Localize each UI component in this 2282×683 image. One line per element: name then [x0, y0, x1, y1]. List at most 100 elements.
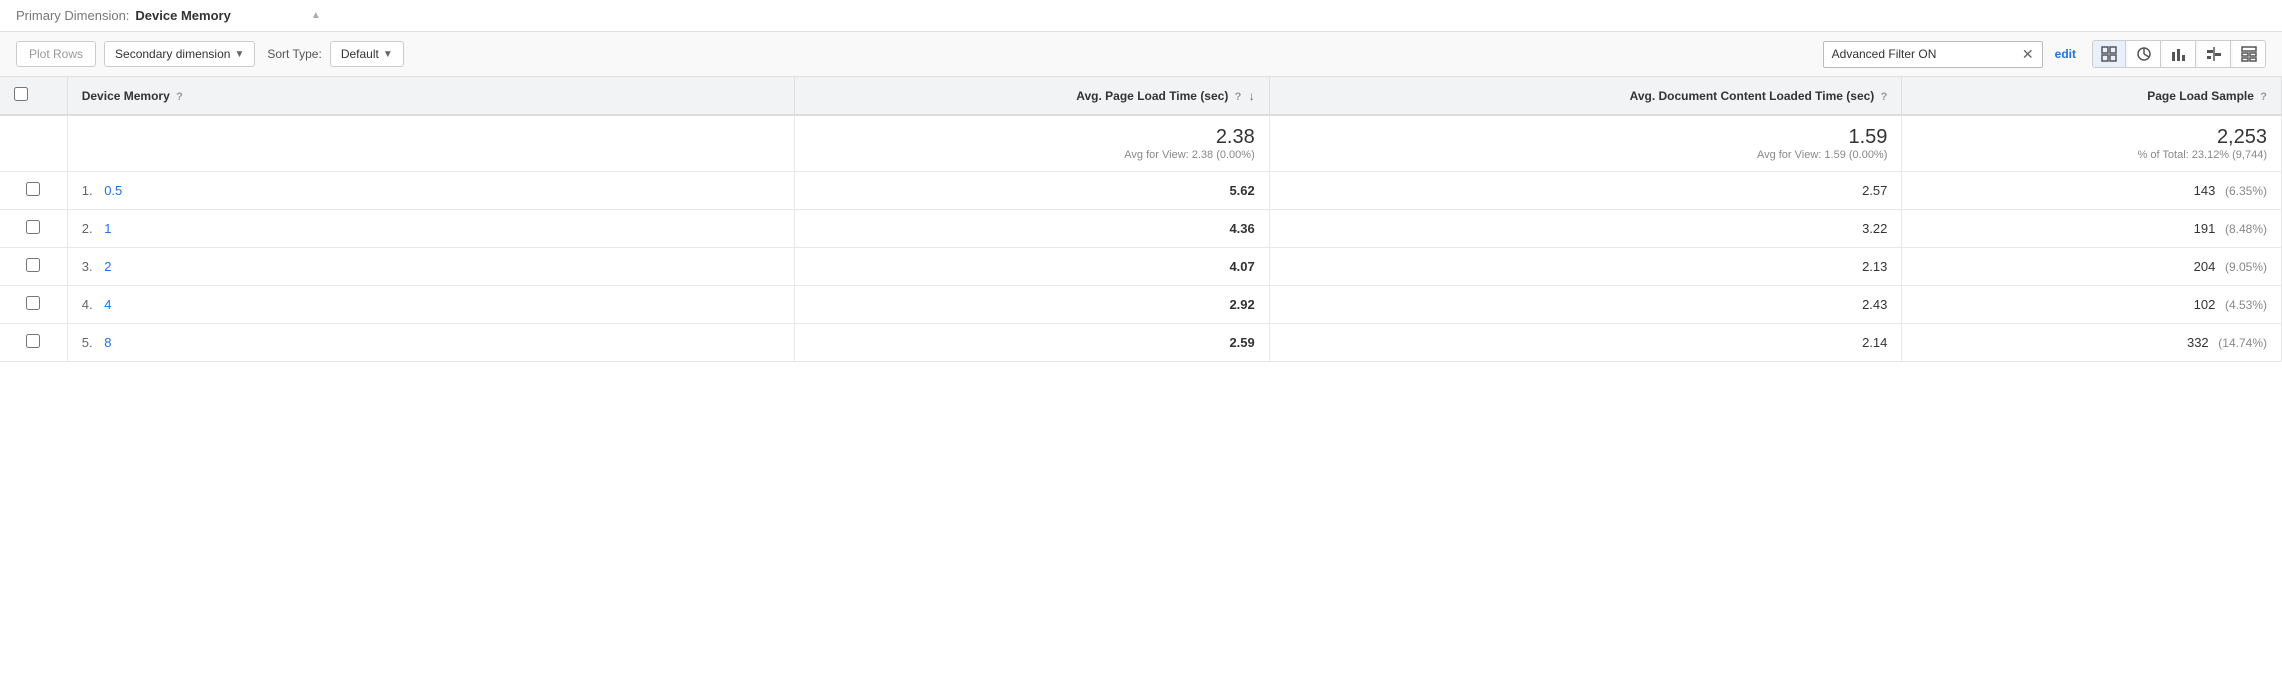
row-pct-text: (14.74%): [2218, 336, 2267, 350]
dim-link[interactable]: 2: [104, 259, 111, 274]
chevron-down-icon: ▼: [234, 49, 244, 60]
dim-link[interactable]: 4: [104, 297, 111, 312]
row-page-load-sample-value: 143: [2194, 183, 2216, 198]
header-device-memory: Device Memory ?: [67, 77, 795, 115]
row-avg-doc-content-value: 2.14: [1862, 335, 1887, 350]
primary-dim-label: Primary Dimension:: [16, 8, 129, 23]
close-filter-button[interactable]: ✕: [2022, 46, 2034, 63]
summary-avg-doc-content-value: 1.59: [1284, 126, 1888, 149]
row-pct-text: (6.35%): [2225, 184, 2267, 198]
edit-filter-link[interactable]: edit: [2055, 47, 2076, 61]
bar-view-button[interactable]: [2163, 41, 2196, 67]
summary-page-load-sample-sub: % of Total: 23.12% (9,744): [1916, 149, 2267, 161]
pivot-view-button[interactable]: [2233, 41, 2265, 67]
row-avg-page-load-cell: 4.07: [795, 248, 1269, 286]
summary-checkbox-cell: [0, 115, 67, 172]
secondary-dimension-dropdown[interactable]: Secondary dimension ▼: [104, 41, 255, 67]
row-avg-doc-content-value: 2.57: [1862, 183, 1887, 198]
table-icon: [2101, 46, 2117, 62]
row-page-load-sample-cell: 332 (14.74%): [1902, 324, 2282, 362]
row-avg-doc-content-value: 2.13: [1862, 259, 1887, 274]
header-checkbox-col: [0, 77, 67, 115]
bar-icon: [2171, 46, 2187, 62]
row-checkbox[interactable]: [26, 220, 40, 234]
table-row: 2. 1 4.36 3.22 191 (8.48%): [0, 210, 2282, 248]
summary-page-load-sample-cell: 2,253 % of Total: 23.12% (9,744): [1902, 115, 2282, 172]
pie-view-button[interactable]: [2128, 41, 2161, 67]
sort-arrow-icon: ↓: [1249, 89, 1255, 103]
row-avg-doc-content-cell: 2.13: [1269, 248, 1902, 286]
row-avg-page-load-value: 2.92: [1229, 297, 1254, 312]
page-load-sample-help-icon[interactable]: ?: [2260, 91, 2267, 103]
summary-page-load-sample-value: 2,253: [1916, 126, 2267, 149]
table-header-row: Device Memory ? Avg. Page Load Time (sec…: [0, 77, 2282, 115]
row-pct-text: (4.53%): [2225, 298, 2267, 312]
row-avg-doc-content-cell: 3.22: [1269, 210, 1902, 248]
table-row: 5. 8 2.59 2.14 332 (14.74%): [0, 324, 2282, 362]
dim-link[interactable]: 1: [104, 221, 111, 236]
data-table: Device Memory ? Avg. Page Load Time (sec…: [0, 77, 2282, 362]
toolbar: Plot Rows Secondary dimension ▼ Sort Typ…: [0, 32, 2282, 77]
row-dim-cell: 3. 2: [67, 248, 795, 286]
pivot-icon: [2241, 46, 2257, 62]
select-all-checkbox[interactable]: [14, 87, 28, 101]
dim-link[interactable]: 0.5: [104, 183, 122, 198]
view-icons-group: [2092, 40, 2266, 68]
row-avg-doc-content-value: 3.22: [1862, 221, 1887, 236]
row-dim-cell: 4. 4: [67, 286, 795, 324]
advanced-filter-box: Advanced Filter ON ✕: [1823, 41, 2043, 68]
row-page-load-sample-value: 191: [2194, 221, 2216, 236]
row-checkbox[interactable]: [26, 296, 40, 310]
row-avg-page-load-cell: 5.62: [795, 172, 1269, 210]
page-load-sample-header-label: Page Load Sample: [2147, 89, 2254, 103]
row-avg-page-load-value: 4.36: [1229, 221, 1254, 236]
row-number: 2.: [82, 221, 93, 236]
row-number: 4.: [82, 297, 93, 312]
row-checkbox[interactable]: [26, 182, 40, 196]
avg-doc-content-header-label: Avg. Document Content Loaded Time (sec): [1630, 89, 1875, 103]
row-checkbox-cell: [0, 286, 67, 324]
chevron-down-icon-sort: ▼: [383, 49, 393, 60]
comparison-view-button[interactable]: [2198, 41, 2231, 67]
table-row: 1. 0.5 5.62 2.57 143 (6.35%): [0, 172, 2282, 210]
row-avg-page-load-value: 5.62: [1229, 183, 1254, 198]
avg-page-load-header-label: Avg. Page Load Time (sec): [1076, 89, 1228, 103]
row-page-load-sample-cell: 204 (9.05%): [1902, 248, 2282, 286]
device-memory-help-icon[interactable]: ?: [176, 91, 183, 103]
comparison-icon: [2206, 46, 2222, 62]
row-checkbox[interactable]: [26, 334, 40, 348]
row-pct-text: (8.48%): [2225, 222, 2267, 236]
row-number: 3.: [82, 259, 93, 274]
device-memory-header-label: Device Memory: [82, 89, 170, 103]
row-checkbox-cell: [0, 172, 67, 210]
summary-avg-page-load-cell: 2.38 Avg for View: 2.38 (0.00%): [795, 115, 1269, 172]
summary-avg-doc-content-sub: Avg for View: 1.59 (0.00%): [1284, 149, 1888, 161]
summary-avg-page-load-sub: Avg for View: 2.38 (0.00%): [809, 149, 1254, 161]
summary-row: 2.38 Avg for View: 2.38 (0.00%) 1.59 Avg…: [0, 115, 2282, 172]
row-checkbox[interactable]: [26, 258, 40, 272]
row-page-load-sample-value: 204: [2194, 259, 2216, 274]
table-view-button[interactable]: [2093, 41, 2126, 67]
avg-page-load-help-icon[interactable]: ?: [1235, 91, 1242, 103]
summary-dim-cell: [67, 115, 795, 172]
table-row: 3. 2 4.07 2.13 204 (9.05%): [0, 248, 2282, 286]
header-avg-doc-content: Avg. Document Content Loaded Time (sec) …: [1269, 77, 1902, 115]
row-page-load-sample-cell: 191 (8.48%): [1902, 210, 2282, 248]
row-avg-page-load-value: 2.59: [1229, 335, 1254, 350]
row-avg-doc-content-cell: 2.57: [1269, 172, 1902, 210]
row-checkbox-cell: [0, 248, 67, 286]
caret-icon: ▲: [311, 10, 321, 21]
row-avg-page-load-value: 4.07: [1229, 259, 1254, 274]
row-avg-doc-content-value: 2.43: [1862, 297, 1887, 312]
primary-dim-value: Device Memory: [135, 8, 230, 23]
sort-type-dropdown[interactable]: Default ▼: [330, 41, 404, 67]
row-dim-cell: 1. 0.5: [67, 172, 795, 210]
dim-link[interactable]: 8: [104, 335, 111, 350]
table-row: 4. 4 2.92 2.43 102 (4.53%): [0, 286, 2282, 324]
row-avg-doc-content-cell: 2.43: [1269, 286, 1902, 324]
row-page-load-sample-cell: 143 (6.35%): [1902, 172, 2282, 210]
plot-rows-button[interactable]: Plot Rows: [16, 41, 96, 67]
row-page-load-sample-value: 332: [2187, 335, 2209, 350]
row-page-load-sample-value: 102: [2194, 297, 2216, 312]
avg-doc-content-help-icon[interactable]: ?: [1881, 91, 1888, 103]
